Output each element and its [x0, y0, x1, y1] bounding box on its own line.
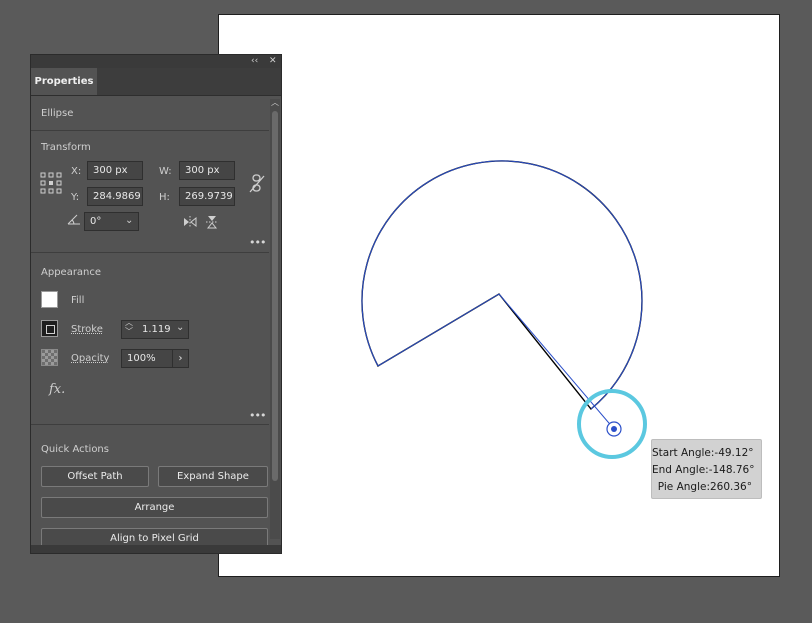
close-icon[interactable]: ✕ — [269, 55, 277, 68]
chevron-down-icon[interactable]: ⌄ — [125, 215, 133, 226]
rotate-value: 0° — [90, 216, 102, 227]
w-label: W: — [159, 166, 172, 177]
fill-swatch[interactable] — [41, 291, 58, 308]
stroke-label[interactable]: Stroke — [71, 324, 103, 335]
stroke-swatch[interactable] — [41, 320, 58, 337]
appearance-title: Appearance — [41, 267, 102, 278]
stepper-down-icon[interactable]: ﹀ — [125, 327, 133, 336]
reference-point-icon[interactable] — [40, 172, 62, 194]
panel-resize-grip[interactable] — [31, 545, 281, 553]
scroll-up-icon[interactable]: ︿ — [271, 97, 279, 108]
h-label: H: — [159, 192, 170, 203]
opacity-label[interactable]: Opacity — [71, 353, 109, 364]
tab-properties[interactable]: Properties — [31, 68, 97, 95]
divider — [31, 130, 269, 131]
object-type-label: Ellipse — [41, 108, 74, 119]
start-angle-text: Start Angle:-49.12° — [652, 447, 754, 459]
flip-vertical-icon[interactable] — [206, 215, 218, 229]
y-label: Y: — [71, 192, 80, 203]
offset-path-button[interactable]: Offset Path — [41, 466, 149, 487]
x-label: X: — [71, 166, 82, 177]
collapse-icon[interactable]: ‹‹ — [251, 55, 258, 68]
pie-shape — [361, 160, 643, 410]
y-field[interactable]: 284.9869 p — [87, 187, 143, 206]
tab-bar: Properties — [31, 68, 281, 96]
expand-shape-button[interactable]: Expand Shape — [158, 466, 268, 487]
transform-more-options-icon[interactable]: ••• — [249, 236, 266, 249]
panel-title-bar[interactable]: ‹‹ ✕ — [31, 55, 281, 68]
x-field[interactable]: 300 px — [87, 161, 143, 180]
scrollbar-thumb[interactable] — [272, 111, 278, 481]
divider — [31, 424, 269, 425]
pie-angle-text: Pie Angle:260.36° — [657, 481, 752, 493]
fill-label: Fill — [71, 295, 85, 306]
opacity-arrow-button[interactable]: › — [172, 349, 189, 368]
h-field[interactable]: 269.9739 p — [179, 187, 235, 206]
divider — [31, 252, 269, 253]
chevron-right-icon: › — [178, 353, 183, 364]
rotate-angle-icon — [67, 214, 80, 225]
angle-tooltip: Start Angle:-49.12° End Angle:-148.76° P… — [651, 439, 762, 499]
properties-panel: ‹‹ ✕ Properties Ellipse Transform X: 300… — [30, 54, 282, 554]
transform-title: Transform — [41, 142, 91, 153]
pie-widget-handle-dot — [611, 426, 617, 432]
arrange-button[interactable]: Arrange — [41, 497, 268, 518]
w-field[interactable]: 300 px — [179, 161, 235, 180]
stroke-weight-value: 1.119 — [142, 324, 171, 335]
opacity-icon — [41, 349, 58, 366]
stroke-dropdown-icon[interactable]: ⌄ — [176, 322, 184, 333]
opacity-field[interactable]: 100% — [121, 349, 173, 368]
quick-actions-title: Quick Actions — [41, 444, 109, 455]
fx-icon[interactable]: fx. — [49, 382, 65, 397]
constrain-proportions-icon[interactable] — [249, 174, 265, 194]
stroke-swatch-inner — [46, 325, 55, 334]
end-angle-text: End Angle:-148.76° — [652, 464, 755, 476]
panel-scrollbar[interactable]: ︿ — [270, 97, 280, 539]
flip-horizontal-icon[interactable] — [183, 216, 197, 228]
stepper-up-icon[interactable]: ︿ — [125, 318, 133, 327]
appearance-more-options-icon[interactable]: ••• — [249, 409, 266, 422]
